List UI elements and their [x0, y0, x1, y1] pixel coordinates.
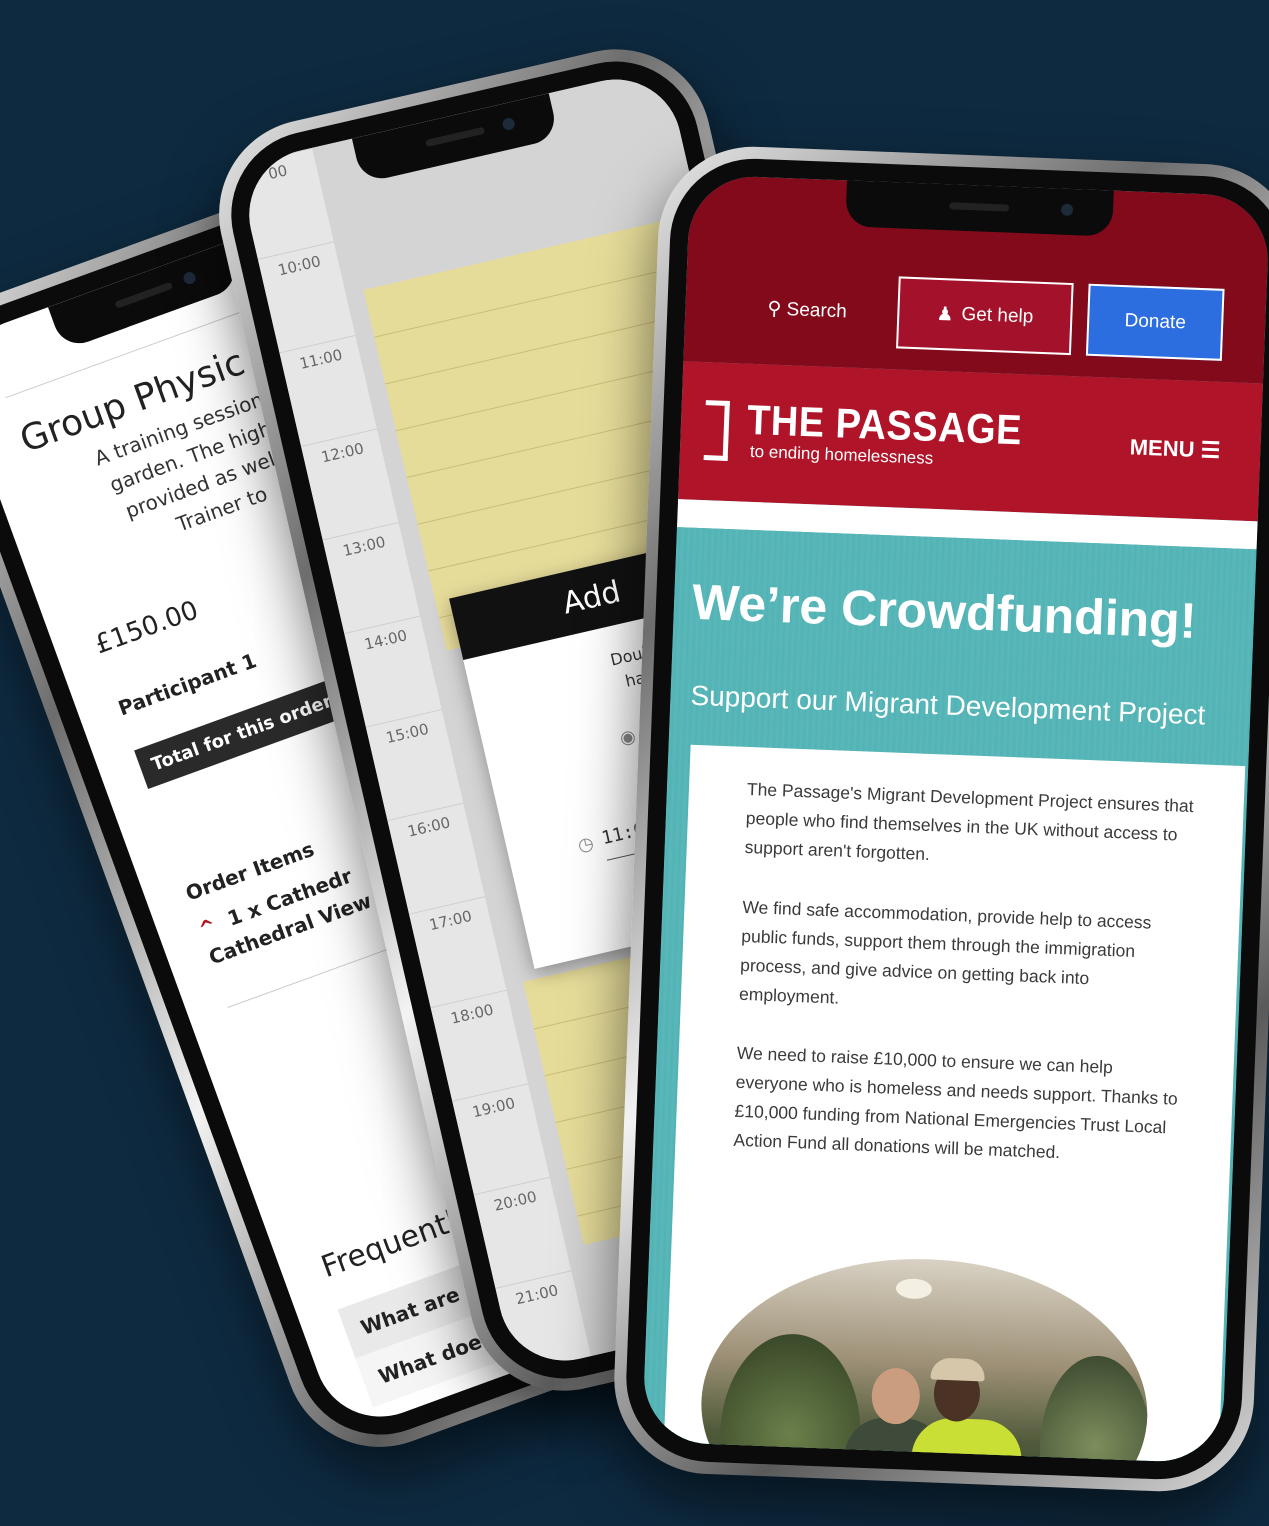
hamburger-icon: ☰ [1200, 437, 1221, 463]
time-label: 21:00 [495, 1270, 577, 1313]
menu-button[interactable]: MENU ☰ [1129, 434, 1221, 463]
time-label: 15:00 [365, 709, 448, 751]
clock-icon: ◷ [575, 832, 596, 856]
menu-label: MENU [1129, 434, 1195, 462]
site-header: THE PASSAGE to ending homelessness MENU … [678, 361, 1263, 522]
logo-door-icon [703, 400, 730, 461]
search-button[interactable]: ⚲ Search [767, 297, 847, 323]
phone-bezel: ⚲ Search ♟ Get help Donate THE PASSAGE t… [623, 155, 1269, 1483]
body-paragraph: We need to raise £10,000 to ensure we ca… [733, 1042, 1179, 1163]
time-label: 20:00 [473, 1176, 556, 1219]
get-help-label: Get help [961, 303, 1034, 328]
location-pin-icon: ◉ [617, 725, 638, 749]
time-label: 16:00 [387, 802, 469, 845]
phone-screen-passage: ⚲ Search ♟ Get help Donate THE PASSAGE t… [641, 174, 1269, 1464]
get-help-button[interactable]: ♟ Get help [896, 276, 1074, 356]
time-label: 10:00 [257, 241, 340, 284]
time-label: 17:00 [408, 896, 491, 939]
time-label: 14:00 [344, 615, 426, 658]
chevron-up-icon: ^ [195, 912, 220, 942]
time-label: 19:00 [452, 1083, 534, 1126]
body-paragraph: We find safe accommodation, provide help… [738, 896, 1152, 1008]
search-label: Search [786, 299, 848, 323]
time-label: 13:00 [322, 521, 405, 564]
body-paragraph: The Passage's Migrant Development Projec… [744, 778, 1194, 865]
time-label: 12:00 [300, 428, 383, 471]
phone-mockup-front: ⚲ Search ♟ Get help Donate THE PASSAGE t… [610, 143, 1269, 1495]
person-icon: ♟ [936, 303, 954, 326]
search-icon: ⚲ [767, 298, 782, 320]
time-label: 00 [236, 147, 318, 190]
time-label: 18:00 [430, 989, 513, 1032]
time-label: 11:00 [279, 334, 361, 377]
donate-button[interactable]: Donate [1085, 283, 1225, 361]
